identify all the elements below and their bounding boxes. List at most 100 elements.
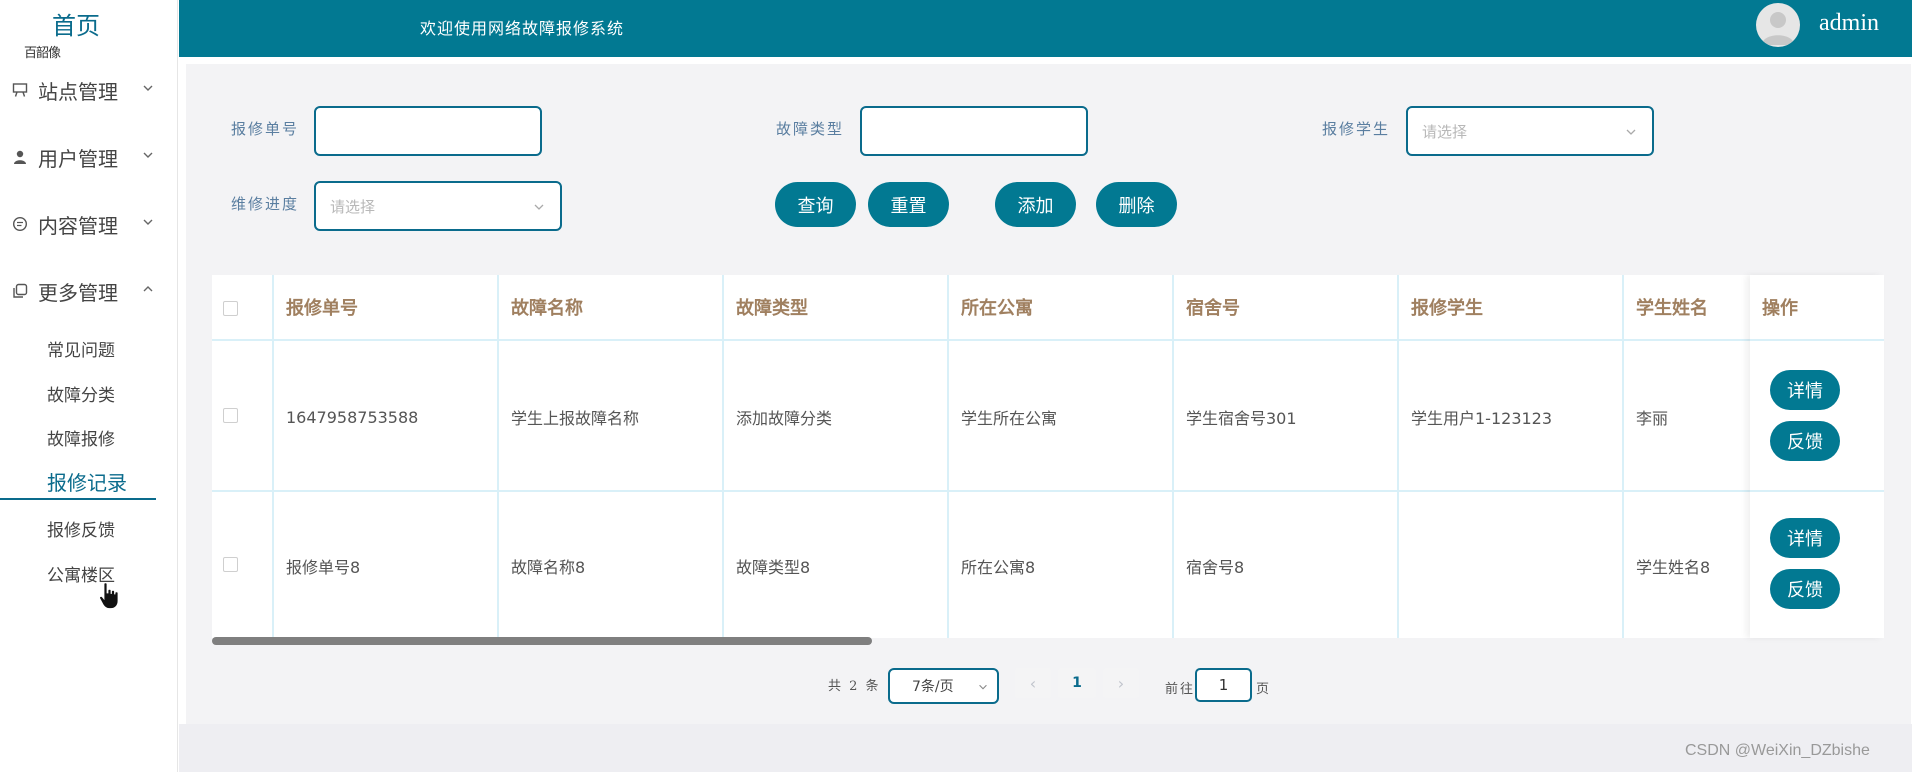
table-cell: 学生上报故障名称 (511, 409, 640, 428)
bottom-area (179, 724, 1912, 772)
table-header-cell[interactable]: 故障名称 (499, 275, 722, 341)
student-select[interactable]: 请选择 (1406, 106, 1654, 156)
username[interactable]: admin (1819, 10, 1879, 37)
row-checkbox[interactable] (223, 557, 238, 572)
checkbox-column (212, 275, 274, 638)
menu-group-label: 用户管理 (38, 146, 118, 171)
menu-group-label: 更多管理 (38, 280, 118, 305)
fault-type-input[interactable] (860, 106, 1088, 156)
sidebar-item-faq[interactable]: 常见问题 (0, 330, 156, 366)
next-page-button[interactable]: › (1103, 668, 1139, 698)
page-number-current[interactable]: 1 (1058, 668, 1096, 698)
select-all-checkbox[interactable] (223, 301, 238, 316)
chevron-down-icon (143, 219, 153, 225)
table-header-cell[interactable]: 所在公寓 (949, 275, 1172, 341)
table-cell: 李丽 (1636, 409, 1669, 428)
query-button[interactable]: 查询 (775, 182, 856, 227)
copy-icon (11, 282, 29, 300)
chevron-down-icon (979, 684, 987, 690)
feedback-button[interactable]: 反馈 (1770, 421, 1840, 461)
row-divider (1750, 490, 1884, 492)
table-header-cell[interactable]: 故障类型 (724, 275, 947, 341)
progress-select[interactable]: 请选择 (314, 181, 562, 231)
table-cell (1399, 493, 1622, 638)
goto-page-input[interactable]: 1 (1195, 668, 1252, 702)
column-dorm-no: 宿舍号 学生宿舍号301 宿舍号8 (1174, 275, 1399, 638)
column-apartment: 所在公寓 学生所在公寓 所在公寓8 (949, 275, 1174, 638)
welcome-text: 欢迎使用网络故障报修系统 (420, 19, 625, 38)
menu-group-label: 站点管理 (38, 79, 118, 104)
user-avatar-icon (1762, 12, 1794, 45)
table-cell: 学生宿舍号301 (1186, 409, 1297, 428)
row-checkbox[interactable] (223, 408, 238, 423)
reset-button[interactable]: 重置 (868, 182, 949, 227)
table-cell: 学生姓名8 (1636, 557, 1711, 577)
column-fault-type: 故障类型 添加故障分类 故障类型8 (724, 275, 949, 638)
table-header-cell: 操作 (1750, 275, 1884, 341)
row-divider (212, 490, 1884, 492)
sidebar-item-repair-records[interactable]: 报修记录 (0, 464, 156, 500)
menu-group-site[interactable]: 站点管理 (0, 72, 160, 108)
delete-button[interactable]: 删除 (1096, 182, 1177, 227)
table-cell: 学生所在公寓 (961, 409, 1058, 428)
top-header: 欢迎使用网络故障报修系统 admin (179, 0, 1912, 57)
table-cell: 宿舍号8 (1186, 557, 1245, 577)
chevron-down-icon (534, 204, 544, 210)
home-subtitle: 百韶像 (24, 46, 61, 61)
page-suffix: 页 (1256, 682, 1272, 697)
table-cell: 故障类型8 (736, 557, 811, 577)
table-header-cell[interactable]: 报修学生 (1399, 275, 1622, 341)
total-count: 共 2 条 (828, 679, 881, 694)
table-header-cell[interactable]: 宿舍号 (1174, 275, 1397, 341)
chevron-down-icon (143, 85, 153, 91)
table-cell: 学生用户1-123123 (1411, 409, 1553, 428)
sidebar: 首页 百韶像 站点管理 用户管理 内容管理 更多管理 常见问题 故障分类 故障报… (0, 0, 178, 772)
table-cell: 故障名称8 (511, 557, 586, 577)
fault-type-label: 故障类型 (776, 120, 845, 138)
menu-group-label: 内容管理 (38, 213, 118, 238)
table-cell: 报修单号8 (286, 557, 361, 577)
home-title[interactable]: 首页 (0, 6, 152, 41)
student-label: 报修学生 (1322, 120, 1391, 138)
student-select-placeholder: 请选择 (1422, 122, 1468, 141)
sidebar-item-repair-feedback[interactable]: 报修反馈 (0, 510, 156, 546)
chevron-down-icon (143, 152, 153, 158)
records-table: 报修单号 1647958753588 报修单号8 故障名称 学生上报故障名称 故… (212, 275, 1884, 638)
sidebar-item-fault-category[interactable]: 故障分类 (0, 375, 156, 411)
column-student: 报修学生 学生用户1-123123 (1399, 275, 1624, 638)
avatar[interactable] (1756, 3, 1800, 47)
add-button[interactable]: 添加 (995, 182, 1076, 227)
easel-icon (11, 81, 29, 99)
sidebar-item-apartment-area[interactable]: 公寓楼区 (0, 555, 156, 591)
chat-icon (11, 215, 29, 233)
hand-cursor-icon (99, 582, 119, 609)
table-header-cell[interactable]: 学生姓名 (1624, 275, 1750, 341)
prev-page-button[interactable]: ‹ (1015, 668, 1051, 698)
chevron-up-icon (143, 286, 153, 292)
detail-button[interactable]: 详情 (1770, 370, 1840, 410)
order-no-label: 报修单号 (231, 120, 300, 138)
detail-button[interactable]: 详情 (1770, 518, 1840, 558)
progress-label: 维修进度 (231, 195, 300, 213)
table-cell: 1647958753588 (286, 407, 419, 427)
user-icon (11, 148, 29, 166)
feedback-button[interactable]: 反馈 (1770, 569, 1840, 609)
horizontal-scrollbar-thumb[interactable] (212, 637, 872, 645)
table-cell: 所在公寓8 (961, 557, 1036, 577)
goto-label: 前往 (1165, 682, 1196, 697)
chevron-down-icon (1626, 129, 1636, 135)
progress-select-placeholder: 请选择 (330, 197, 376, 216)
column-order-no: 报修单号 1647958753588 报修单号8 (274, 275, 499, 638)
order-no-input[interactable] (314, 106, 542, 156)
menu-group-content[interactable]: 内容管理 (0, 206, 160, 242)
page-size-select[interactable]: 7条/页 (888, 668, 999, 704)
menu-group-user[interactable]: 用户管理 (0, 139, 160, 175)
menu-group-more[interactable]: 更多管理 (0, 273, 160, 309)
table-header-cell (212, 275, 272, 341)
column-operations: 操作 详情 反馈 详情 反馈 (1750, 275, 1884, 638)
table-header-cell[interactable]: 报修单号 (274, 275, 497, 341)
watermark: CSDN @WeiXin_DZbishe (1685, 742, 1870, 759)
table-cell: 添加故障分类 (736, 409, 833, 428)
sidebar-item-fault-report[interactable]: 故障报修 (0, 419, 156, 455)
column-student-name: 学生姓名 李丽 学生姓名8 (1624, 275, 1750, 638)
